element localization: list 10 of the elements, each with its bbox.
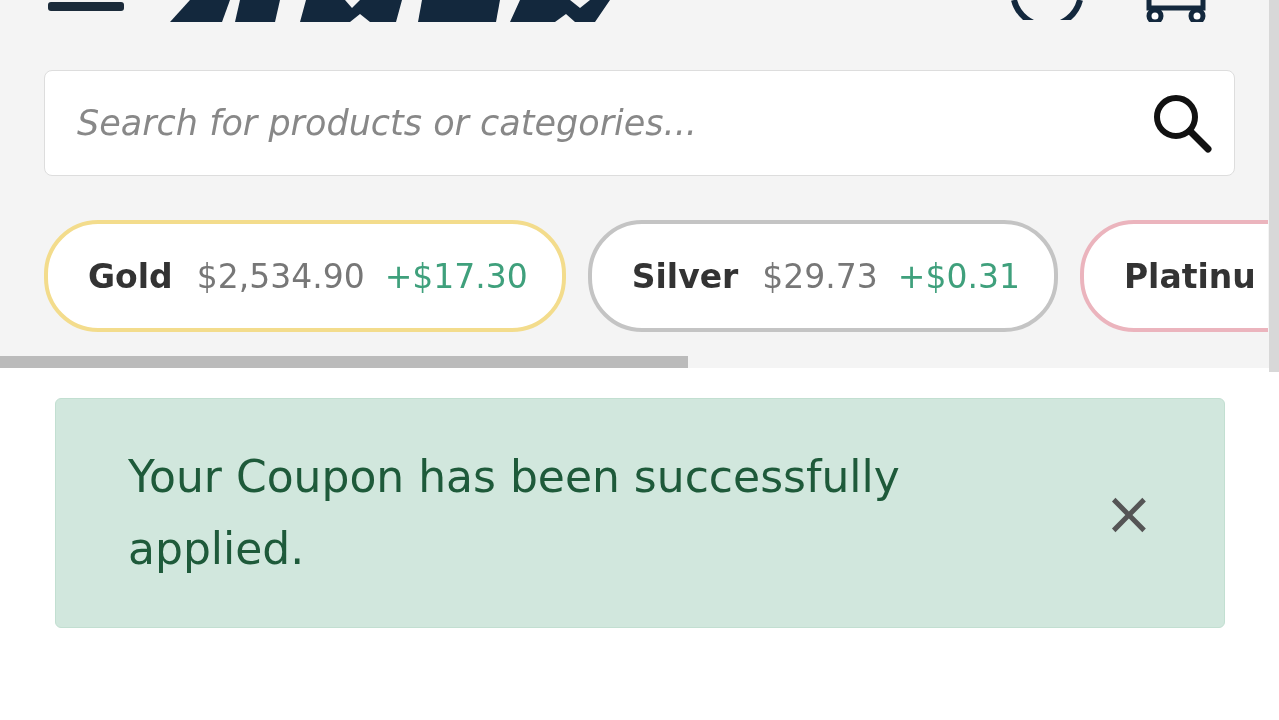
scrollbar-thumb[interactable] <box>0 356 688 368</box>
price-pill[interactable]: Platinu <box>1079 220 1268 332</box>
price-pill[interactable]: Gold $2,534.90 +$17.30 <box>44 220 566 332</box>
search-field[interactable]: Search for products or categories... <box>75 102 1150 144</box>
close-button[interactable]: × <box>1093 483 1164 543</box>
search-box[interactable]: Search for products or categories... <box>44 70 1235 176</box>
alert-message: Your Coupon has been successfully applied. <box>128 450 901 576</box>
price-pill[interactable]: Silver $29.73 +$0.31 <box>587 220 1058 332</box>
page-scrollbar[interactable] <box>1269 0 1279 372</box>
menu-icon[interactable] <box>48 0 124 14</box>
